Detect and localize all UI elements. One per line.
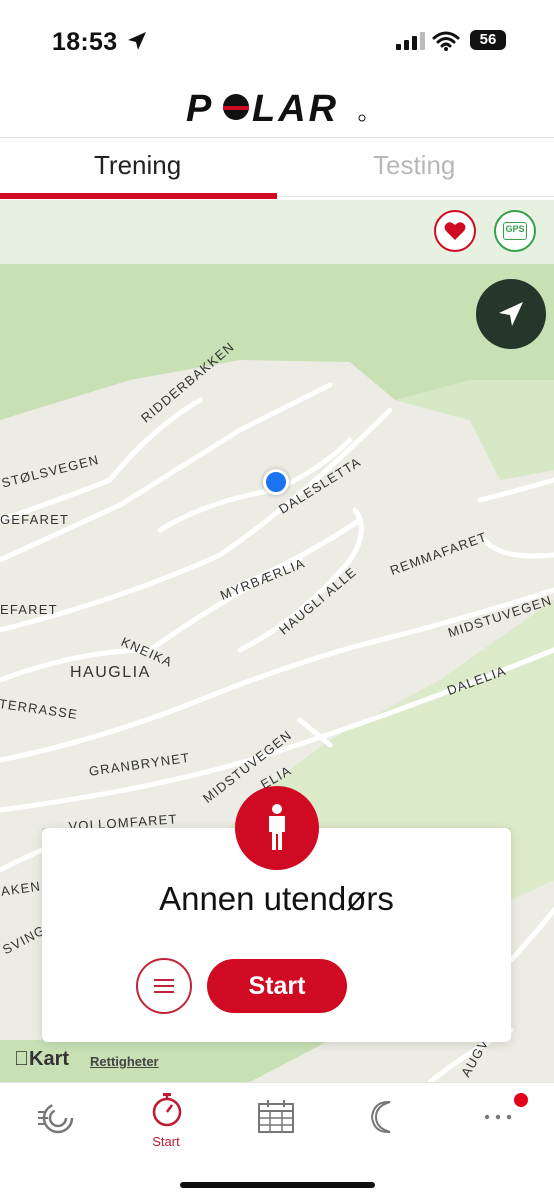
gps-label: GPS bbox=[505, 224, 525, 234]
nav-sleep[interactable] bbox=[356, 1098, 416, 1138]
home-indicator[interactable] bbox=[180, 1182, 375, 1188]
activity-rings-icon bbox=[38, 1102, 74, 1134]
activity-name: Annen utendørs bbox=[159, 880, 394, 917]
street-label: GEFARET bbox=[0, 512, 70, 527]
active-tab-indicator bbox=[0, 193, 277, 199]
notification-dot bbox=[514, 1093, 528, 1107]
apple-maps-attribution: Kart bbox=[14, 1048, 69, 1071]
moon-icon bbox=[370, 1100, 391, 1134]
activity-options-button[interactable] bbox=[136, 958, 192, 1014]
locate-me-button[interactable] bbox=[476, 279, 546, 349]
nav-start-label: Start bbox=[152, 1134, 180, 1149]
header-divider bbox=[0, 137, 554, 138]
tab-trening[interactable]: Trening bbox=[94, 150, 181, 181]
cellular-signal-icon bbox=[396, 32, 425, 50]
start-button[interactable]: Start bbox=[207, 959, 347, 1013]
nav-activity[interactable] bbox=[26, 1098, 86, 1138]
attribution-text: Kart bbox=[14, 1048, 69, 1070]
heart-rate-sensor-button[interactable] bbox=[434, 210, 476, 252]
person-icon bbox=[269, 804, 285, 850]
apple-icon:  bbox=[14, 1048, 29, 1070]
activity-type-button[interactable] bbox=[235, 786, 319, 870]
heart-icon bbox=[444, 222, 466, 240]
gps-sensor-button[interactable]: GPS bbox=[494, 210, 536, 252]
wifi-icon bbox=[432, 31, 460, 51]
tab-divider bbox=[277, 196, 554, 197]
map-rights-link[interactable]: Rettigheter bbox=[90, 1054, 159, 1069]
polar-logo: P LAR bbox=[186, 88, 366, 128]
user-location-dot bbox=[263, 469, 289, 495]
nav-start[interactable] bbox=[136, 1093, 196, 1138]
street-label: EFARET bbox=[0, 602, 58, 617]
svg-text:P: P bbox=[186, 88, 214, 128]
navigation-arrow-icon bbox=[499, 302, 523, 326]
location-arrow-icon bbox=[128, 32, 146, 50]
menu-icon bbox=[154, 979, 174, 993]
svg-text:LAR: LAR bbox=[252, 88, 339, 128]
tab-testing[interactable]: Testing bbox=[373, 150, 455, 181]
status-time: 18:53 bbox=[52, 28, 118, 56]
nav-calendar[interactable] bbox=[246, 1098, 306, 1138]
calendar-icon bbox=[258, 1100, 294, 1133]
stopwatch-icon bbox=[152, 1093, 182, 1127]
more-dots-icon bbox=[484, 1114, 512, 1120]
area-label: HAUGLIA bbox=[70, 664, 151, 681]
battery-indicator: 56 bbox=[470, 30, 506, 50]
